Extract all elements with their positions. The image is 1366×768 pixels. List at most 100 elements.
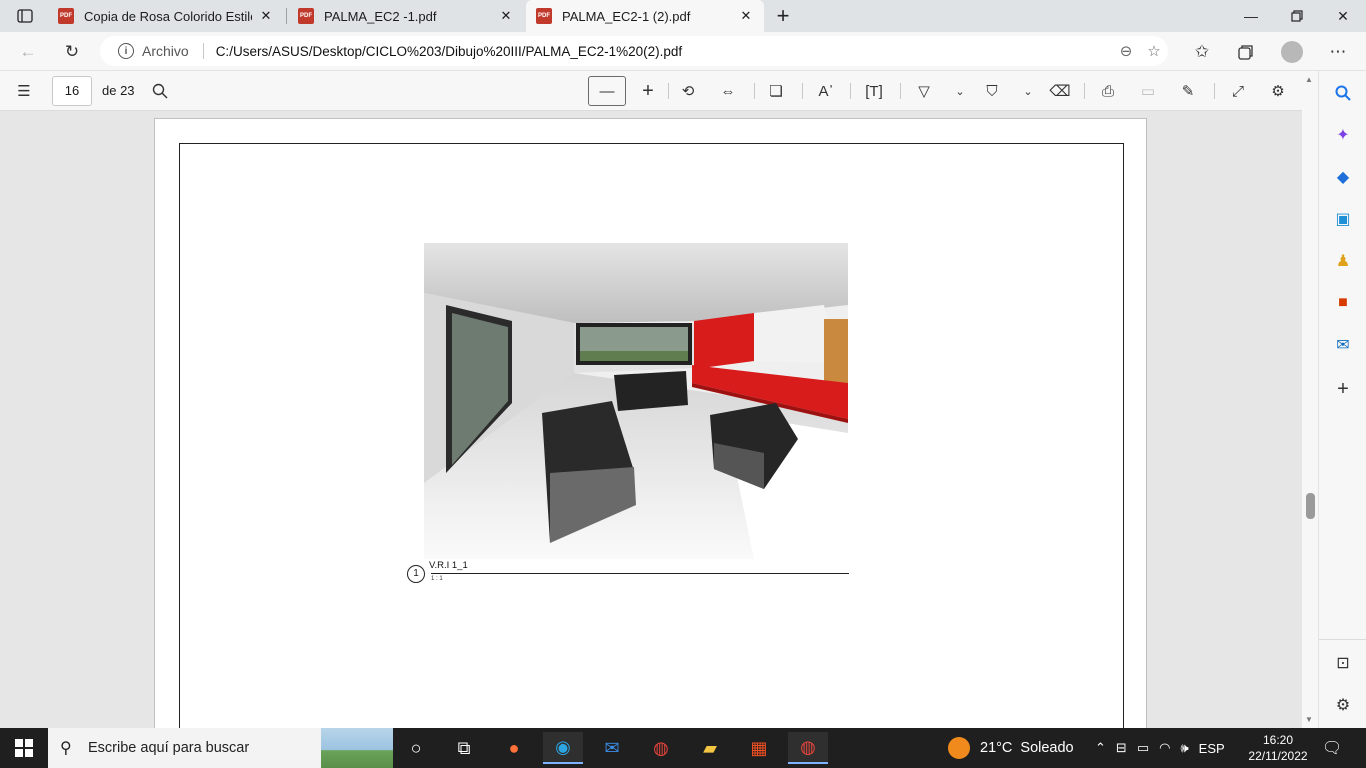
divider	[802, 83, 803, 99]
weather-temp: 21°C	[980, 740, 1013, 756]
minimize-icon[interactable]: —	[1228, 0, 1274, 32]
more-options-icon[interactable]: ⋯	[1324, 38, 1352, 66]
cortana-icon[interactable]: ○	[396, 732, 436, 764]
fit-page-icon[interactable]: ⇔	[716, 79, 740, 103]
scroll-up-icon[interactable]: ▲	[1305, 75, 1313, 84]
tab-strip: PDF Copia de Rosa Colorido Estilo Se ✕ P…	[0, 0, 1366, 32]
weather-widget[interactable]: 21°C Soleado	[948, 728, 1074, 768]
microsoft-store-icon[interactable]: ▦	[739, 732, 779, 764]
office-icon[interactable]: ■	[1331, 291, 1355, 315]
zoom-out-button[interactable]: —	[588, 76, 626, 106]
tab-copia-de-rosa[interactable]: PDF Copia de Rosa Colorido Estilo Se ✕	[48, 0, 284, 32]
add-app-icon[interactable]: +	[1331, 377, 1355, 401]
zoom-icon[interactable]: ⊖	[1112, 42, 1140, 60]
shopping-tag-icon[interactable]: ◆	[1331, 165, 1355, 189]
add-favorite-icon[interactable]: ☆	[1140, 42, 1168, 60]
discover-icon[interactable]: ✦	[1331, 123, 1355, 147]
view-scale: 1 : 1	[431, 576, 443, 582]
windows-start-icon[interactable]	[0, 728, 48, 768]
clock-time: 16:20	[1262, 733, 1294, 747]
weather-desc: Soleado	[1020, 740, 1074, 756]
system-tray: ⌃ ⊟ ▭ ◠ 🕪 ESP	[1090, 728, 1230, 768]
page-number-input[interactable]: 16	[52, 76, 92, 106]
back-arrow-icon[interactable]: ←	[14, 38, 42, 66]
print-icon[interactable]: ⎙	[1096, 79, 1120, 103]
view-title: V.R.I 1_1	[429, 560, 468, 571]
scroll-down-icon[interactable]: ▼	[1305, 715, 1313, 724]
read-aloud-icon[interactable]: A᾿	[814, 79, 838, 103]
erase-icon[interactable]: ⌫	[1048, 79, 1072, 103]
close-window-icon[interactable]: ✕	[1320, 0, 1366, 32]
taskbar-search-box[interactable]: ⚲ Escribe aquí para buscar	[48, 728, 393, 768]
edge-icon[interactable]: ◉	[543, 732, 583, 764]
notifications-icon[interactable]: 🗨	[1322, 738, 1342, 758]
battery-icon[interactable]: ▭	[1137, 740, 1149, 756]
zoom-in-icon[interactable]: +	[636, 79, 660, 103]
table-of-contents-icon[interactable]: ☰	[12, 79, 36, 103]
sun-icon	[948, 737, 970, 759]
tab-palma-ec2-1[interactable]: PDF PALMA_EC2 -1.pdf ✕	[288, 0, 524, 32]
draw-icon[interactable]: ▽	[912, 79, 936, 103]
search-highlight-image	[321, 728, 393, 768]
mail-icon[interactable]: ✉	[592, 732, 632, 764]
chevron-down-icon[interactable]: ⌄	[1016, 79, 1040, 103]
save-as-icon[interactable]: ✎	[1176, 79, 1200, 103]
chrome-profile-icon[interactable]: ◍	[788, 732, 828, 764]
fullscreen-icon[interactable]: ⤢	[1226, 79, 1250, 103]
divider	[1084, 83, 1085, 99]
address-bar: ← ↻ i Archivo C:/Users/ASUS/Desktop/CICL…	[0, 32, 1366, 71]
chrome-icon[interactable]: ◍	[641, 732, 681, 764]
tab-palma-ec2-1-2[interactable]: PDF PALMA_EC2-1 (2).pdf ✕	[526, 0, 764, 32]
profile-avatar-icon[interactable]	[1278, 38, 1306, 66]
search-icon[interactable]	[148, 79, 172, 103]
url-text[interactable]: C:/Users/ASUS/Desktop/CICLO%203/Dibujo%2…	[216, 44, 1112, 59]
highlight-icon[interactable]: ⛉	[980, 79, 1004, 103]
wifi-icon[interactable]: ◠	[1159, 740, 1170, 756]
omnibox[interactable]: i Archivo C:/Users/ASUS/Desktop/CICLO%20…	[100, 36, 1168, 66]
settings-icon[interactable]: ⚙	[1266, 79, 1290, 103]
new-tab-icon[interactable]: +	[760, 0, 806, 32]
edge-sidebar: ✦ ◆ ▣ ♟ ■ ✉ + ⊡ ⚙	[1318, 71, 1366, 728]
chevron-up-icon[interactable]: ⌃	[1095, 740, 1106, 756]
hide-sidebar-icon[interactable]: ⊡	[1331, 651, 1355, 675]
info-icon[interactable]: i	[118, 43, 134, 59]
view-title-line	[431, 573, 849, 574]
tools-icon[interactable]: ▣	[1331, 207, 1355, 231]
chevron-down-icon[interactable]: ⌄	[948, 79, 972, 103]
divider	[1214, 83, 1215, 99]
divider	[850, 83, 851, 99]
vertical-scrollbar[interactable]: ▲ ▼	[1302, 71, 1318, 728]
volume-icon[interactable]: 🕪	[1180, 740, 1188, 756]
document-viewer[interactable]: 1 V.R.I 1_1 1 : 1	[0, 111, 1302, 728]
task-view-icon[interactable]: ⧉	[444, 732, 484, 764]
pdf-page: 1 V.R.I 1_1 1 : 1	[154, 118, 1147, 728]
language-indicator[interactable]: ESP	[1199, 741, 1225, 756]
restore-icon[interactable]	[1274, 0, 1320, 32]
divider	[1319, 639, 1366, 640]
search-icon: ⚲	[60, 740, 72, 757]
close-tab-icon[interactable]: ✕	[498, 8, 514, 24]
collections-icon[interactable]	[1232, 38, 1260, 66]
clock[interactable]: 16:20 22/11/2022	[1240, 732, 1316, 764]
file-explorer-icon[interactable]: ▰	[690, 732, 730, 764]
scroll-thumb[interactable]	[1306, 493, 1315, 519]
divider	[202, 43, 204, 59]
search-icon[interactable]	[1331, 81, 1355, 105]
close-tab-icon[interactable]: ✕	[738, 8, 754, 24]
pdf-icon: PDF	[298, 8, 314, 24]
page-count-label: de 23	[102, 83, 135, 98]
tab-actions-icon[interactable]	[2, 0, 48, 32]
games-icon[interactable]: ♟	[1331, 249, 1355, 273]
rotate-icon[interactable]: ⟲	[676, 79, 700, 103]
device-icon[interactable]: ⊟	[1116, 740, 1127, 756]
close-tab-icon[interactable]: ✕	[258, 8, 274, 24]
page-view-icon[interactable]: ❏	[764, 79, 788, 103]
add-text-icon[interactable]: [T]	[862, 79, 886, 103]
view-number-bubble: 1	[407, 565, 425, 583]
firefox-icon[interactable]: ●	[494, 732, 534, 764]
save-icon[interactable]: ▭	[1136, 79, 1160, 103]
outlook-icon[interactable]: ✉	[1331, 333, 1355, 357]
favorites-icon[interactable]: ✩	[1188, 38, 1216, 66]
sidebar-settings-icon[interactable]: ⚙	[1331, 693, 1355, 717]
refresh-icon[interactable]: ↻	[58, 38, 86, 66]
